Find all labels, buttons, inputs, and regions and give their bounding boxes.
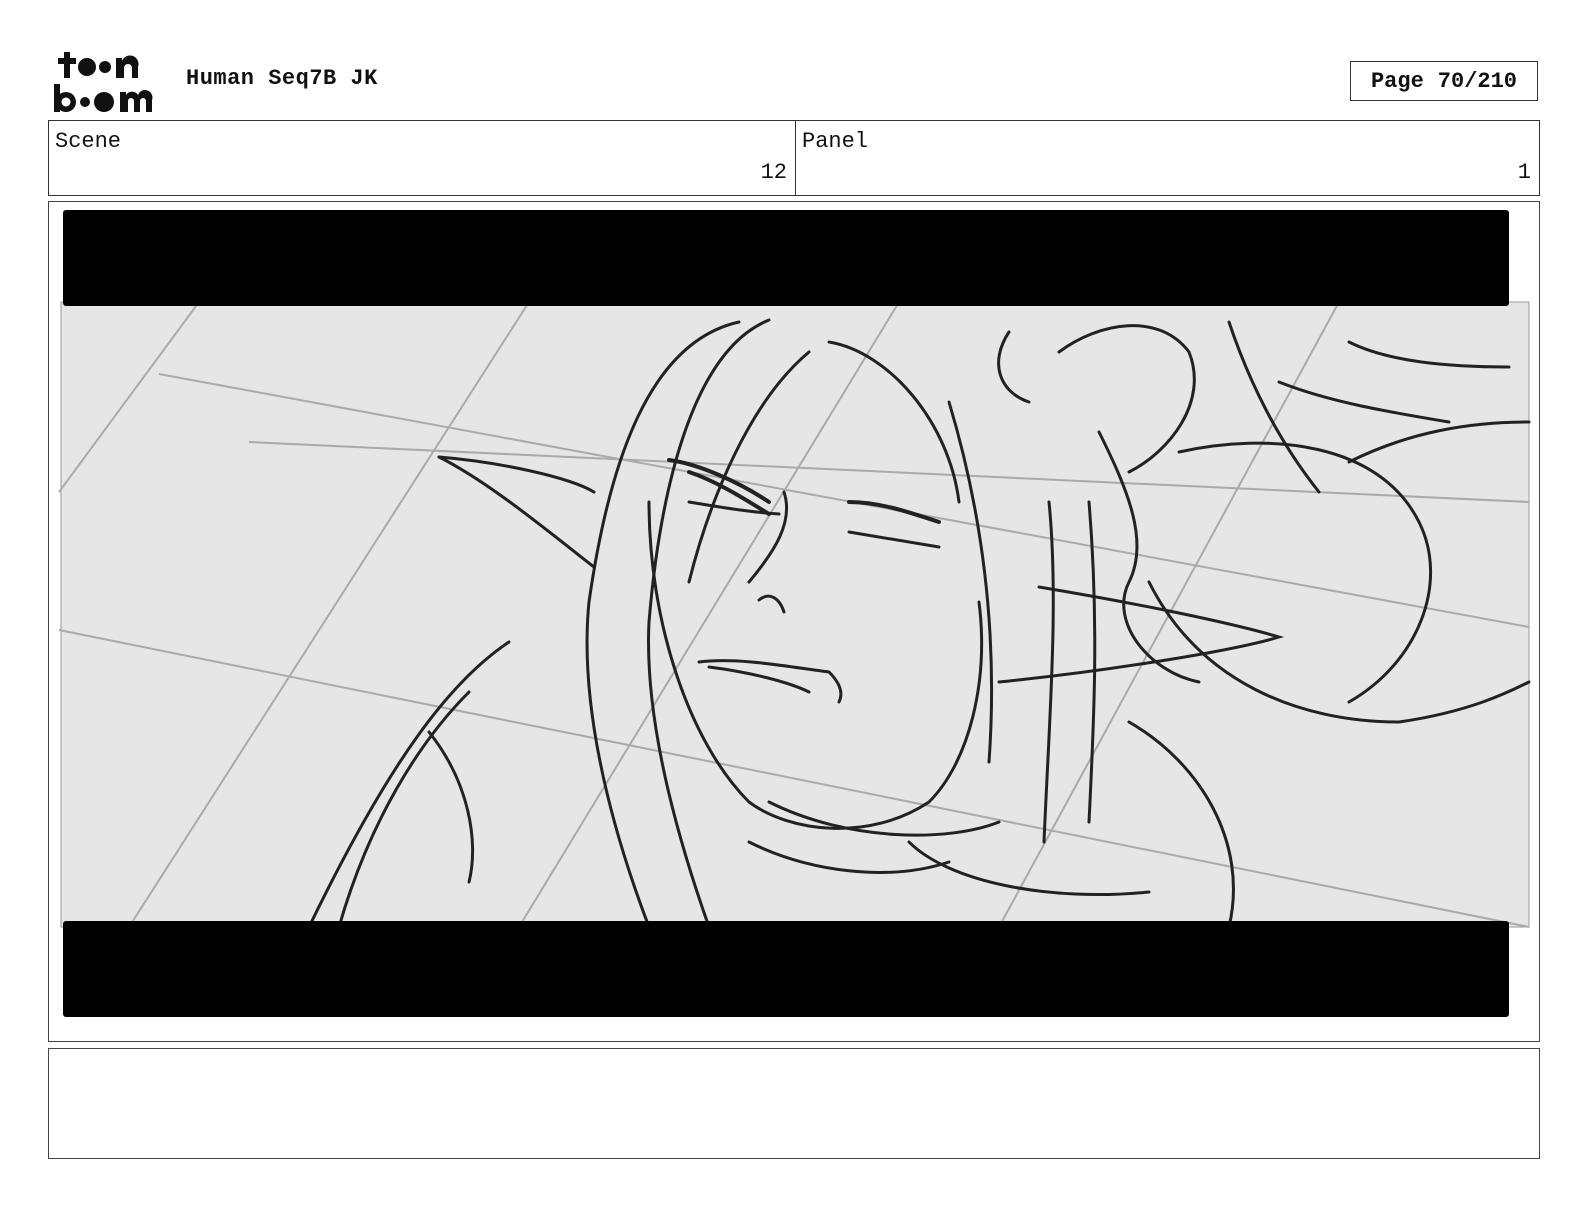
panel-cell: Panel 1 (796, 121, 1539, 195)
panel-number: 1 (1517, 160, 1531, 185)
toon-boom-logo (50, 48, 166, 114)
storyboard-frame (48, 201, 1540, 1042)
page-label: Page (1370, 68, 1424, 94)
page-number: 70/210 (1437, 68, 1518, 94)
letterbox-top (63, 210, 1509, 306)
scene-panel-info: Scene 12 Panel 1 (48, 120, 1540, 196)
scene-number: 12 (760, 160, 787, 185)
panel-label: Panel (802, 129, 869, 154)
scene-cell: Scene 12 (49, 121, 796, 195)
page-indicator: Page 70/210 (1350, 61, 1538, 101)
sketch-drawing (58, 210, 1531, 1033)
letterbox-bottom (63, 921, 1509, 1017)
scene-label: Scene (55, 129, 122, 154)
notes-box (48, 1048, 1540, 1159)
document-title: Human Seq7B JK (186, 66, 378, 91)
